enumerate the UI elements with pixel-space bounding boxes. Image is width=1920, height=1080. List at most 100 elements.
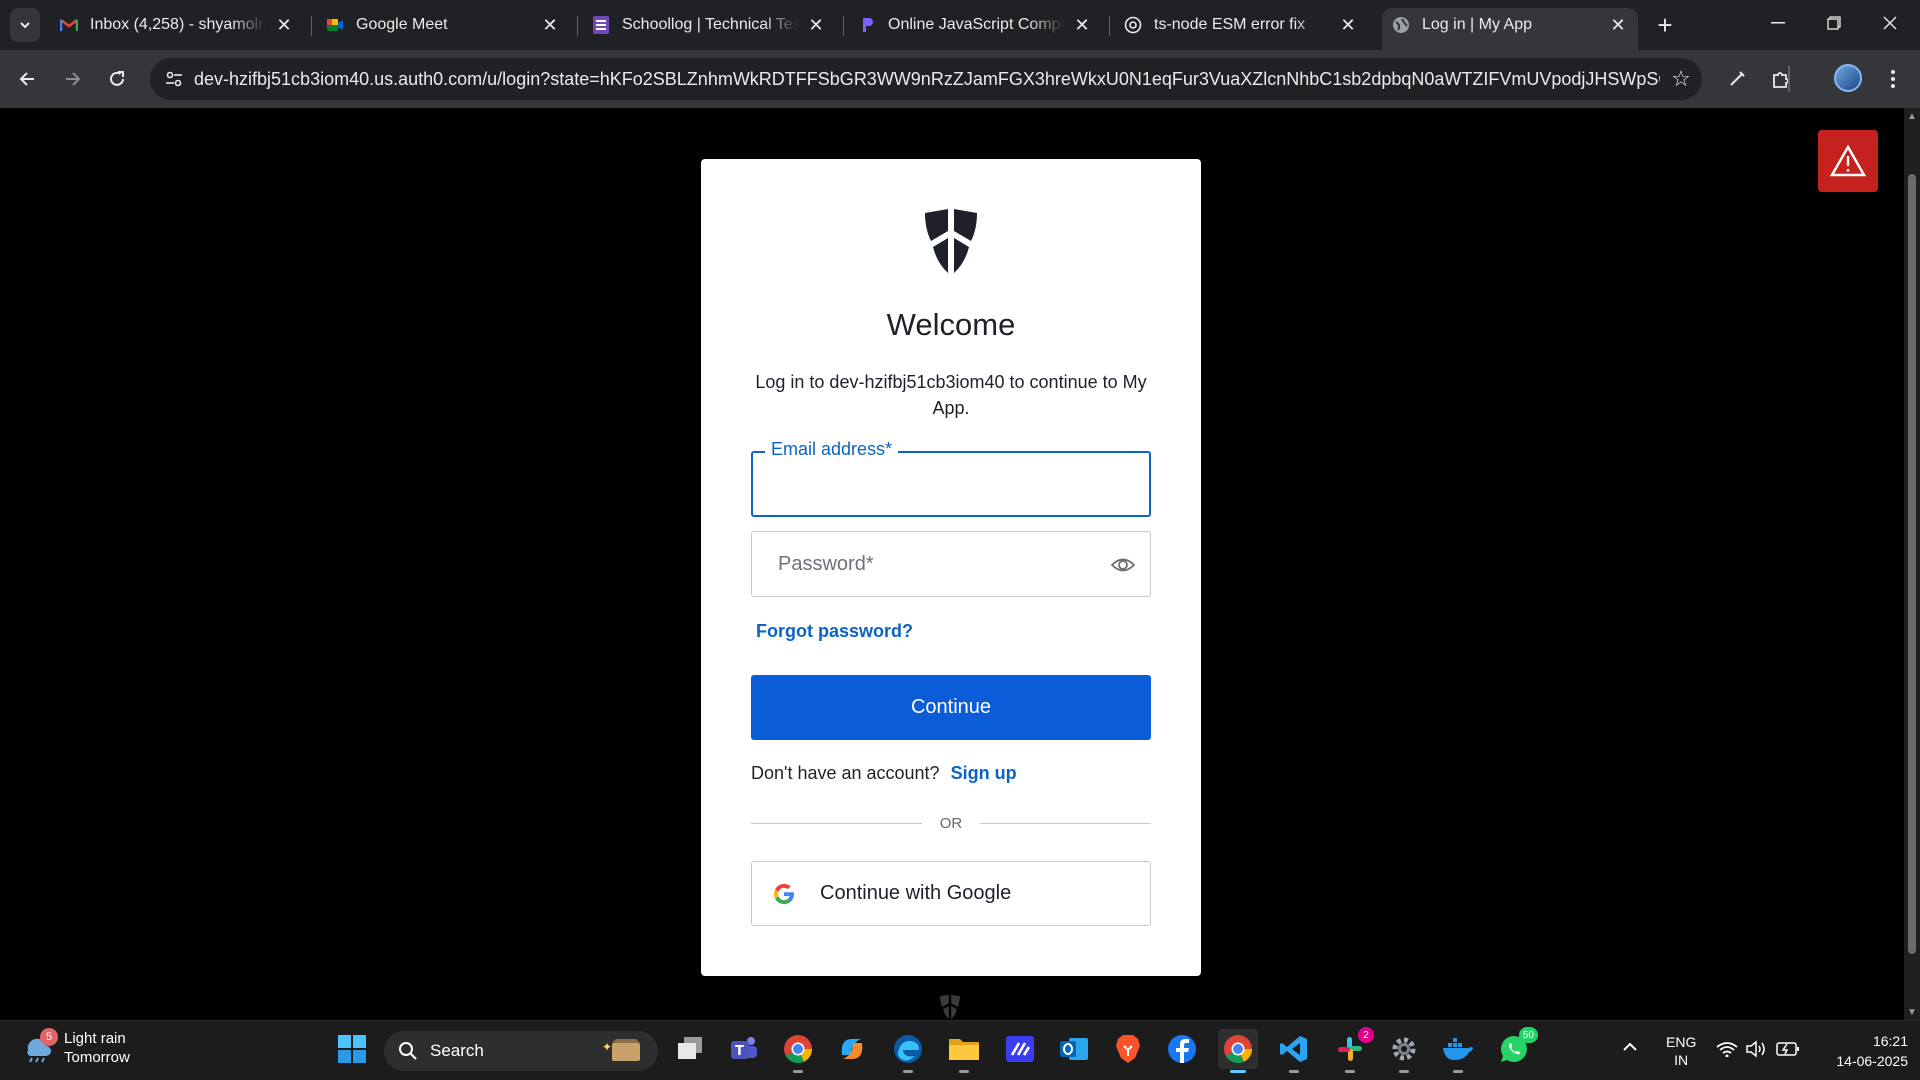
pen-icon[interactable] (1720, 62, 1754, 96)
bookmark-star-icon[interactable]: ☆ (1660, 58, 1702, 100)
close-icon[interactable]: ✕ (274, 15, 294, 35)
tab-gmail[interactable]: Inbox (4,258) - shyamolroy ✕ (50, 8, 304, 42)
language-indicator[interactable]: ENG IN (1666, 1033, 1696, 1069)
gmail-icon (60, 16, 78, 34)
language-code: ENG (1666, 1034, 1697, 1050)
restore-button[interactable] (1806, 0, 1862, 46)
edge-icon (894, 1035, 922, 1063)
show-password-eye-icon[interactable] (1110, 554, 1136, 576)
google-button-label: Continue with Google (820, 882, 1012, 904)
teams-app[interactable]: T (724, 1029, 764, 1069)
reload-icon (110, 71, 124, 86)
continue-with-google-button[interactable]: Continue with Google (751, 861, 1151, 926)
close-icon[interactable]: ✕ (806, 15, 826, 35)
page-scrollbar[interactable]: ▲ ▼ (1904, 108, 1920, 1020)
show-hidden-icons-button[interactable] (1622, 1039, 1638, 1055)
wifi-icon[interactable] (1716, 1041, 1738, 1060)
taskbar-search-box[interactable]: Search ✦ (384, 1031, 658, 1071)
password-field[interactable] (751, 531, 1151, 597)
scrollbar-thumb[interactable] (1908, 174, 1916, 954)
task-view-button[interactable] (670, 1029, 710, 1069)
close-icon[interactable]: ✕ (540, 15, 560, 35)
extensions-icon[interactable] (1764, 62, 1798, 96)
facebook-app[interactable] (1162, 1029, 1202, 1069)
svg-text:✦: ✦ (602, 1040, 612, 1054)
copilot-app[interactable] (832, 1029, 872, 1069)
search-label: Search (430, 1041, 484, 1060)
battery-icon[interactable] (1776, 1041, 1800, 1060)
clock-date: 14-06-2025 (1836, 1053, 1908, 1069)
folder-icon (949, 1039, 979, 1060)
more-menu-icon[interactable] (1876, 62, 1910, 96)
tab-login-my-app[interactable]: Log in | My App ✕ (1382, 8, 1638, 50)
chrome-icon (1224, 1035, 1253, 1063)
scroll-up-icon[interactable]: ▲ (1904, 108, 1920, 124)
volume-icon[interactable] (1746, 1040, 1768, 1061)
outlook-app[interactable] (1054, 1029, 1094, 1069)
divider-line (751, 822, 922, 824)
back-button[interactable] (10, 62, 44, 96)
continue-button[interactable]: Continue (751, 675, 1151, 740)
chrome-app-active[interactable] (1218, 1029, 1258, 1073)
tab-google-meet[interactable]: Google Meet ✕ (316, 8, 570, 42)
no-account-text: Don't have an account? (751, 763, 940, 783)
slack-app[interactable]: 2 (1330, 1027, 1374, 1073)
brave-icon (1116, 1035, 1140, 1063)
toolbar-divider (1788, 66, 1790, 92)
compiler-icon (858, 16, 876, 34)
whatsapp-app[interactable]: 50 (1494, 1027, 1538, 1069)
brave-app[interactable] (1108, 1029, 1148, 1069)
login-card: Welcome Log in to dev-hzifbj51cb3iom40 t… (701, 159, 1201, 976)
chrome-app[interactable] (778, 1029, 818, 1073)
divider-line (980, 822, 1151, 824)
sign-up-link[interactable]: Sign up (951, 763, 1017, 783)
tab-schoollog[interactable]: Schoollog | Technical Test F ✕ (582, 8, 836, 42)
windows-taskbar: 5 Light rain Tomorrow Search ✦ T 2 50 EN… (0, 1020, 1920, 1080)
docker-app[interactable] (1438, 1029, 1478, 1073)
running-indicator (1230, 1070, 1246, 1073)
weather-title: Light rain (64, 1030, 126, 1047)
forward-button[interactable] (56, 62, 90, 96)
browser-tab-bar: Inbox (4,258) - shyamolroy ✕ Google Meet… (0, 0, 1920, 50)
running-indicator (1345, 1070, 1355, 1073)
close-icon[interactable]: ✕ (1608, 15, 1628, 35)
weather-widget[interactable]: 5 Light rain Tomorrow (22, 1028, 130, 1067)
visual-studio-app[interactable] (1000, 1029, 1040, 1069)
weather-subtitle: Tomorrow (64, 1049, 130, 1066)
vscode-app[interactable] (1274, 1029, 1314, 1073)
tab-title: ts-node ESM error fix (1154, 16, 1306, 33)
settings-app[interactable] (1384, 1029, 1424, 1073)
running-indicator (1399, 1070, 1409, 1073)
address-bar[interactable]: dev-hzifbj51cb3iom40.us.auth0.com/u/logi… (150, 58, 1702, 100)
signup-row: Don't have an account? Sign up (751, 763, 1017, 784)
file-explorer-app[interactable] (944, 1029, 984, 1073)
email-field[interactable]: Email address* (751, 439, 1151, 517)
start-button[interactable] (332, 1029, 372, 1069)
email-input[interactable] (753, 453, 1149, 515)
reload-button[interactable] (100, 62, 134, 96)
url-text[interactable]: dev-hzifbj51cb3iom40.us.auth0.com/u/logi… (194, 69, 1660, 90)
vscode-icon (1280, 1036, 1307, 1062)
google-meet-icon (326, 16, 344, 34)
close-icon[interactable]: ✕ (1072, 15, 1092, 35)
edge-app[interactable] (888, 1029, 928, 1073)
tab-ts-node[interactable]: ts-node ESM error fix ✕ (1114, 8, 1368, 42)
arrow-right-icon (66, 72, 81, 86)
facebook-icon (1168, 1035, 1196, 1063)
new-tab-button[interactable]: + (1650, 10, 1680, 40)
minimize-button[interactable] (1750, 0, 1806, 46)
browser-toolbar: dev-hzifbj51cb3iom40.us.auth0.com/u/logi… (0, 50, 1920, 108)
rain-cloud-icon: 5 (22, 1028, 58, 1064)
close-icon[interactable]: ✕ (1338, 15, 1358, 35)
site-info-icon[interactable] (154, 58, 194, 100)
system-clock[interactable]: 16:21 14-06-2025 (1818, 1031, 1908, 1071)
profile-avatar[interactable] (1834, 64, 1862, 92)
password-input[interactable] (752, 532, 1150, 596)
running-indicator (793, 1070, 803, 1073)
tab-js-compiler[interactable]: Online JavaScript Compiler ✕ (848, 8, 1102, 42)
scroll-down-icon[interactable]: ▼ (1904, 1004, 1920, 1020)
forgot-password-link[interactable]: Forgot password? (756, 621, 913, 642)
warning-icon[interactable] (1818, 130, 1878, 192)
tab-search-button[interactable] (10, 8, 40, 42)
close-window-button[interactable] (1862, 0, 1918, 46)
